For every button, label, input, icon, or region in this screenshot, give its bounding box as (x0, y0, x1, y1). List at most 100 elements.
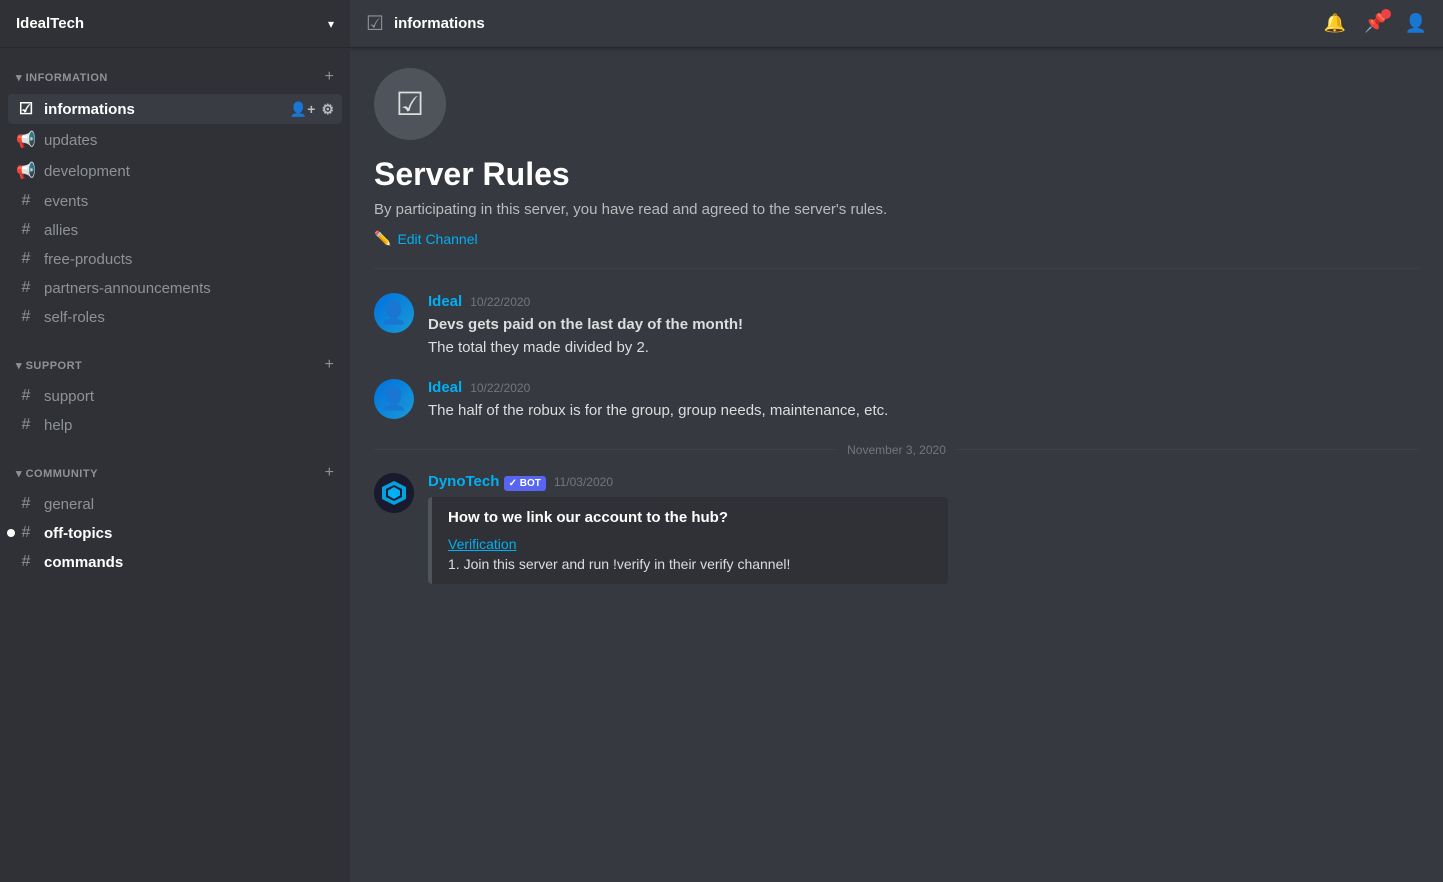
channel-icon-text: # (16, 495, 36, 513)
bot-message-content: DynoTech ✓ BOT11/03/2020 How to we link o… (428, 473, 1419, 584)
channel-name-updates: updates (44, 132, 334, 149)
channel-icon-rules: ☑ (16, 99, 36, 119)
category-header-information[interactable]: ▾ INFORMATION + (8, 64, 342, 90)
channel-settings-icon[interactable]: ⚙ (321, 101, 334, 118)
section-information: ▾ INFORMATION + ☑ informations👤+ ⚙ 📢 updates 📢 d… (0, 48, 350, 336)
sidebar: IdealTech ▾ ▾ INFORMATION + ☑ informations👤… (0, 0, 350, 882)
channel-name-events: events (44, 193, 334, 210)
bot-message-header: DynoTech ✓ BOT11/03/2020 (428, 473, 1419, 491)
category-add-information[interactable]: + (325, 68, 334, 86)
channel-item-events[interactable]: # events (8, 187, 342, 215)
bot-message-group: DynoTech ✓ BOT11/03/2020 How to we link o… (374, 473, 1419, 584)
unread-dot (7, 529, 15, 537)
channel-intro: ☑ Server Rules By participating in this … (374, 68, 1419, 269)
message-timestamp: 10/22/2020 (470, 381, 530, 395)
bot-username[interactable]: DynoTech ✓ BOT (428, 473, 546, 491)
channel-item-help[interactable]: # help (8, 411, 342, 439)
message-content: Ideal10/22/2020The half of the robux is … (428, 379, 1419, 423)
channel-name-help: help (44, 417, 334, 434)
pencil-icon: ✏️ (374, 230, 391, 247)
channel-icon-text: # (16, 387, 36, 405)
bot-name-text: DynoTech (428, 473, 504, 490)
message-group-msg2: 👤Ideal10/22/2020The half of the robux is… (374, 379, 1419, 423)
message-username[interactable]: Ideal (428, 379, 462, 396)
channel-icon-text: # (16, 192, 36, 210)
add-user-icon[interactable]: 👤+ (290, 101, 316, 118)
message-username[interactable]: Ideal (428, 293, 462, 310)
channel-item-informations[interactable]: ☑ informations👤+ ⚙ (8, 94, 342, 124)
channel-item-support[interactable]: # support (8, 382, 342, 410)
sidebar-sections: ▾ INFORMATION + ☑ informations👤+ ⚙ 📢 updates 📢 d… (0, 48, 350, 581)
channel-name-commands: commands (44, 554, 334, 571)
topbar: ☑ informations 🔔 📌 👤 (350, 0, 1443, 48)
channel-icon-text: # (16, 250, 36, 268)
date-separator-line-right (956, 449, 1419, 450)
user-profile-icon[interactable]: 👤 (1405, 13, 1427, 34)
message-header: Ideal 10/22/2020 (428, 379, 1419, 396)
channel-actions: 👤+ ⚙ (290, 101, 334, 118)
channel-name-off-topics: off-topics (44, 525, 334, 542)
category-add-community[interactable]: + (325, 464, 334, 482)
section-support: ▾ SUPPORT + # support # help (0, 336, 350, 444)
channel-icon-text: # (16, 416, 36, 434)
message-header: Ideal 10/22/2020 (428, 293, 1419, 310)
chat-area: ☑ Server Rules By participating in this … (350, 48, 1443, 882)
date-separator-line (374, 449, 837, 450)
embed-title: How to we link our account to the hub? (448, 509, 932, 526)
message-line: The total they made divided by 2. (428, 337, 1419, 360)
notification-ping-icon[interactable]: 📌 (1364, 13, 1386, 34)
date-separator: November 3, 2020 (374, 443, 1419, 457)
channel-name-partners-announcements: partners-announcements (44, 280, 334, 297)
channel-item-allies[interactable]: #allies (8, 216, 342, 244)
notification-badge (1381, 9, 1391, 19)
channel-name-informations: informations (44, 101, 290, 118)
channel-intro-title: Server Rules (374, 156, 1419, 193)
channel-item-self-roles[interactable]: # self-roles (8, 303, 342, 331)
channel-name-free-products: free-products (44, 251, 334, 268)
channel-name-support: support (44, 388, 334, 405)
category-label-community: ▾ COMMUNITY (16, 467, 98, 480)
channel-icon-text: # (16, 279, 36, 297)
channel-item-development[interactable]: 📢 development (8, 156, 342, 186)
bot-avatar (374, 473, 414, 513)
bot-badge: ✓ BOT (504, 476, 546, 491)
category-header-community[interactable]: ▾ COMMUNITY + (8, 460, 342, 486)
channel-item-off-topics[interactable]: # off-topics (8, 519, 342, 547)
channel-intro-description: By participating in this server, you hav… (374, 201, 1419, 218)
message-line: Devs gets paid on the last day of the mo… (428, 314, 1419, 337)
edit-channel-label: Edit Channel (397, 231, 477, 247)
channel-item-commands[interactable]: #commands (8, 548, 342, 576)
channel-icon-announce: 📢 (16, 161, 36, 181)
channel-icon-announce: 📢 (16, 130, 36, 150)
bot-message-group: DynoTech ✓ BOT11/03/2020 How to we link o… (374, 473, 1419, 584)
channel-icon-text: # (16, 308, 36, 326)
category-header-support[interactable]: ▾ SUPPORT + (8, 352, 342, 378)
channel-item-updates[interactable]: 📢 updates (8, 125, 342, 155)
server-name: IdealTech (16, 15, 84, 32)
server-chevron-icon: ▾ (328, 17, 334, 31)
channel-name-development: development (44, 163, 334, 180)
channel-icon-text: # (16, 524, 36, 542)
embed-step: 1. Join this server and run !verify in t… (448, 556, 932, 572)
channel-name-general: general (44, 496, 334, 513)
embed-link[interactable]: Verification (448, 536, 932, 552)
channel-item-partners-announcements[interactable]: # partners-announcements (8, 274, 342, 302)
server-header[interactable]: IdealTech ▾ (0, 0, 350, 48)
topbar-channel-icon: ☑ (366, 11, 384, 36)
channel-item-general[interactable]: # general (8, 490, 342, 518)
section-community: ▾ COMMUNITY + # general # off-topics #commands (0, 444, 350, 581)
channel-intro-icon: ☑ (374, 68, 446, 140)
notification-bell-icon[interactable]: 🔔 (1324, 13, 1346, 34)
message-content: Ideal 10/22/2020 Devs gets paid on the las… (428, 293, 1419, 359)
category-label-support: ▾ SUPPORT (16, 359, 82, 372)
message-embed: How to we link our account to the hub? Ve… (428, 497, 948, 584)
edit-channel-button[interactable]: ✏️ Edit Channel (374, 230, 478, 247)
channel-item-free-products[interactable]: # free-products (8, 245, 342, 273)
messages-container: 👤Ideal10/22/2020Devs gets paid on the la… (374, 293, 1419, 423)
category-label-information: ▾ INFORMATION (16, 71, 108, 84)
category-add-support[interactable]: + (325, 356, 334, 374)
channel-name-allies: allies (44, 222, 334, 239)
main-content: ☑ informations 🔔 📌 👤 ☑ Server Rules By p… (350, 0, 1443, 882)
message-timestamp: 10/22/2020 (470, 295, 530, 309)
channel-name-self-roles: self-roles (44, 309, 334, 326)
